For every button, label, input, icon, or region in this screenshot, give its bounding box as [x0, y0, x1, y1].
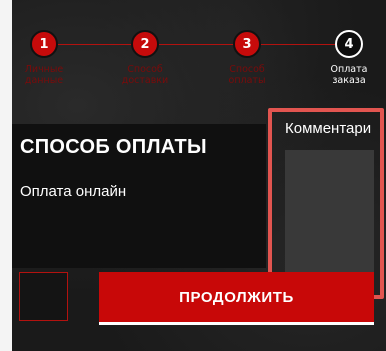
step-2-circle[interactable]: 2 [131, 30, 159, 58]
step-3-label: Способ оплаты [228, 64, 266, 86]
continue-button[interactable]: ПРОДОЛЖИТЬ [99, 272, 374, 322]
payment-method-panel: СПОСОБ ОПЛАТЫ Оплата онлайн [12, 124, 266, 268]
agreement-checkbox[interactable] [19, 272, 68, 321]
payment-option-online[interactable]: Оплата онлайн [20, 183, 126, 200]
step-2-label: Способ доставки [121, 64, 169, 86]
step-connector [58, 44, 348, 45]
payment-method-title: СПОСОБ ОПЛАТЫ [20, 136, 207, 158]
highlight-frame [268, 108, 384, 299]
step-4-circle[interactable]: 4 [335, 30, 363, 58]
checkout-stepper: 1 Личные данные 2 Способ доставки 3 Спос… [0, 0, 386, 100]
step-1-label: Личные данные [24, 64, 64, 86]
step-3-circle[interactable]: 3 [233, 30, 261, 58]
step-4-label: Оплата заказа [330, 64, 368, 86]
step-1-circle[interactable]: 1 [30, 30, 58, 58]
